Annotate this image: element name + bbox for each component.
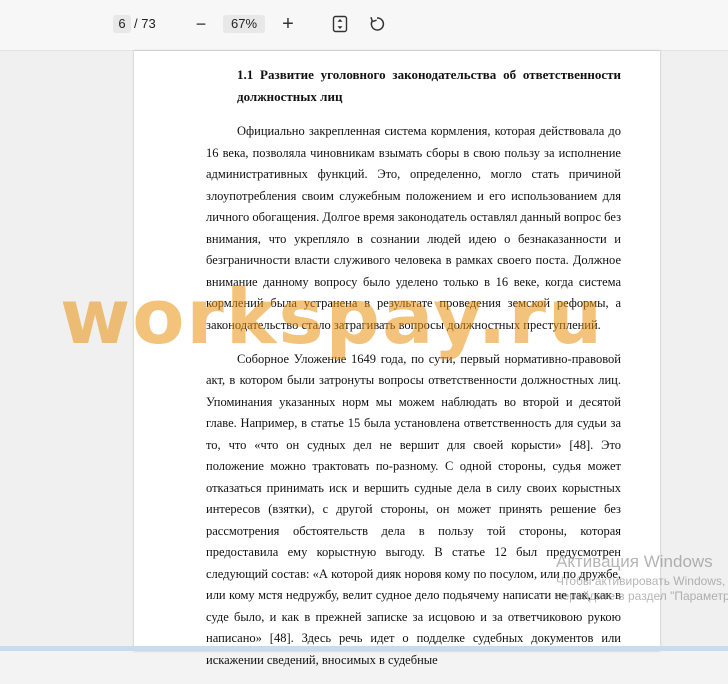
fit-page-button[interactable] <box>331 15 349 33</box>
plus-icon: + <box>282 13 294 35</box>
minus-icon: − <box>195 14 207 34</box>
fit-page-icon <box>332 15 348 33</box>
pdf-toolbar: 6 / 73 − 67% + <box>0 0 728 51</box>
page-total-label: / 73 <box>134 16 156 31</box>
rotate-icon <box>370 16 385 31</box>
section-heading: 1.1 Развитие уголовного законодательства… <box>237 67 621 104</box>
zoom-in-button[interactable]: + <box>279 13 297 35</box>
activation-subtitle-1: Чтобы активировать Windows, перейдите в … <box>556 574 728 603</box>
page-number-input[interactable]: 6 <box>113 15 131 33</box>
paragraph-2: Соборное Уложение 1649 года, по сути, пе… <box>206 351 621 667</box>
taskbar-edge <box>0 646 728 651</box>
zoom-level-field[interactable]: 67% <box>223 15 265 33</box>
windows-activation-notice: Активация Windows Чтобы активировать Win… <box>556 552 728 604</box>
zoom-out-button[interactable]: − <box>193 14 209 34</box>
paragraph-1: Официально закрепленная система кормлени… <box>206 124 622 332</box>
rotate-button[interactable] <box>368 15 386 33</box>
activation-title: Активация Windows <box>556 552 713 571</box>
